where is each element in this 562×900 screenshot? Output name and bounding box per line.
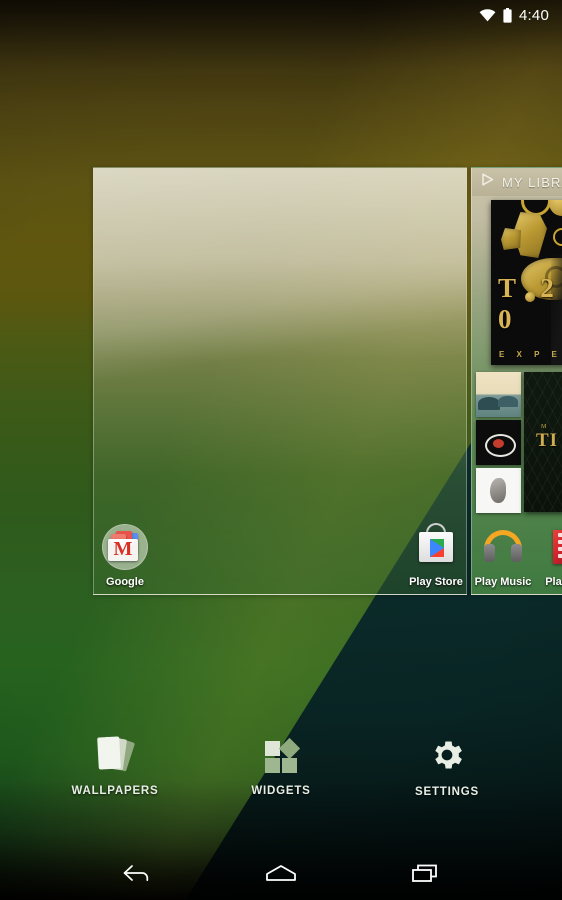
home-screen: 4:40 MY LIBRA xyxy=(0,0,562,900)
action-widgets[interactable]: WIDGETS xyxy=(231,735,331,815)
play-triangle-icon xyxy=(480,172,495,192)
app-label: Play Mo xyxy=(545,576,562,588)
action-settings[interactable]: SETTINGS xyxy=(397,735,497,815)
action-wallpapers[interactable]: WALLPAPERS xyxy=(65,735,165,815)
settings-gear-icon xyxy=(397,736,497,778)
dark-book-cover[interactable]: M TI xyxy=(524,372,562,512)
thumbnail-album[interactable] xyxy=(476,420,521,465)
hotseat: M Google Play Store Play Music Pla xyxy=(0,523,562,594)
status-bar[interactable]: 4:40 xyxy=(0,0,562,30)
widgets-icon xyxy=(231,735,331,777)
wifi-icon xyxy=(479,8,496,22)
navigation-bar xyxy=(0,846,562,900)
widget-header[interactable]: MY LIBRA xyxy=(472,168,562,196)
app-label: Play Store xyxy=(409,576,463,588)
back-arrow-icon[interactable] xyxy=(110,853,164,893)
thumbnail-sketch[interactable] xyxy=(476,468,521,513)
book-cover-subtitle: E X P E xyxy=(499,350,562,359)
action-label: WALLPAPERS xyxy=(71,785,159,797)
status-bar-clock: 4:40 xyxy=(519,6,549,24)
dark-book-title: TI xyxy=(536,430,559,451)
app-google-folder[interactable]: M Google xyxy=(87,524,163,588)
action-label: SETTINGS xyxy=(415,786,479,798)
featured-book-cover[interactable]: T 2 0 E X P E xyxy=(491,200,562,365)
home-icon[interactable] xyxy=(254,853,308,893)
app-play-store[interactable]: Play Store xyxy=(398,523,474,588)
thumbnail-landscape[interactable] xyxy=(476,372,521,417)
library-thumbnail-list xyxy=(476,372,521,516)
home-actions: WALLPAPERS WIDGETS SETTINGS xyxy=(0,735,562,815)
google-folder-icon: M xyxy=(102,524,148,570)
widget-header-label: MY LIBRA xyxy=(502,174,562,190)
action-label: WIDGETS xyxy=(251,785,311,797)
wallpapers-icon xyxy=(65,735,165,777)
play-music-icon xyxy=(480,524,526,570)
recent-apps-icon[interactable] xyxy=(398,853,452,893)
app-label: Google xyxy=(106,576,144,588)
app-play-movies[interactable]: Play Mo xyxy=(528,524,562,588)
battery-icon xyxy=(503,7,512,23)
play-store-icon xyxy=(413,523,459,570)
play-movies-icon xyxy=(543,524,562,570)
book-cover-title: T 2 0 xyxy=(498,273,562,334)
